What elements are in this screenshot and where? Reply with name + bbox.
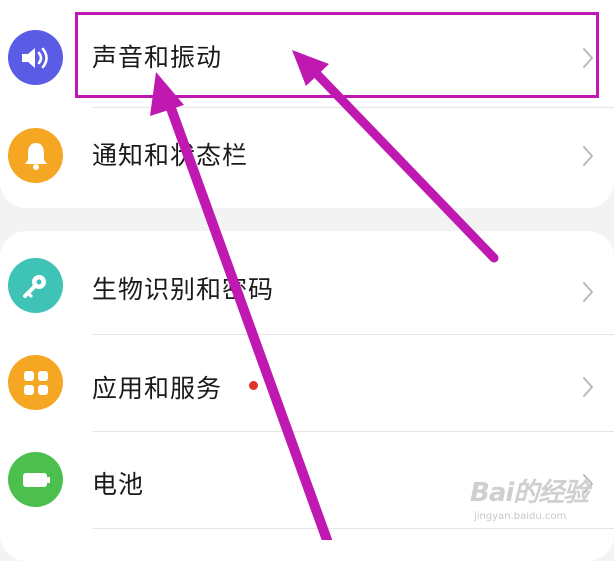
settings-item-notifications[interactable]: 通知和状态栏 xyxy=(0,107,614,205)
bell-icon xyxy=(8,128,63,183)
chevron-right-icon xyxy=(583,282,593,302)
chevron-right-icon xyxy=(583,377,593,397)
key-icon xyxy=(8,258,63,313)
notification-badge xyxy=(249,381,258,390)
settings-item-label: 电池 xyxy=(92,470,145,499)
baidu-jingyan-watermark: Bai的经验 jingyan.baidu.com xyxy=(470,480,600,530)
apps-grid-icon xyxy=(8,355,63,410)
settings-item-biometrics-password[interactable]: 生物识别和密码 xyxy=(0,237,614,335)
settings-item-label: 通知和状态栏 xyxy=(92,141,249,170)
settings-item-label: 生物识别和密码 xyxy=(92,275,275,304)
watermark-main-text: Bai的经验 xyxy=(470,478,589,508)
settings-item-apps-services[interactable]: 应用和服务 xyxy=(0,334,614,432)
settings-item-label: 应用和服务 xyxy=(92,374,223,403)
watermark-sub-text: jingyan.baidu.com xyxy=(474,511,567,522)
chevron-right-icon xyxy=(583,146,593,166)
annotation-highlight-box xyxy=(75,12,599,98)
battery-icon xyxy=(8,452,63,507)
speaker-icon xyxy=(8,30,63,85)
